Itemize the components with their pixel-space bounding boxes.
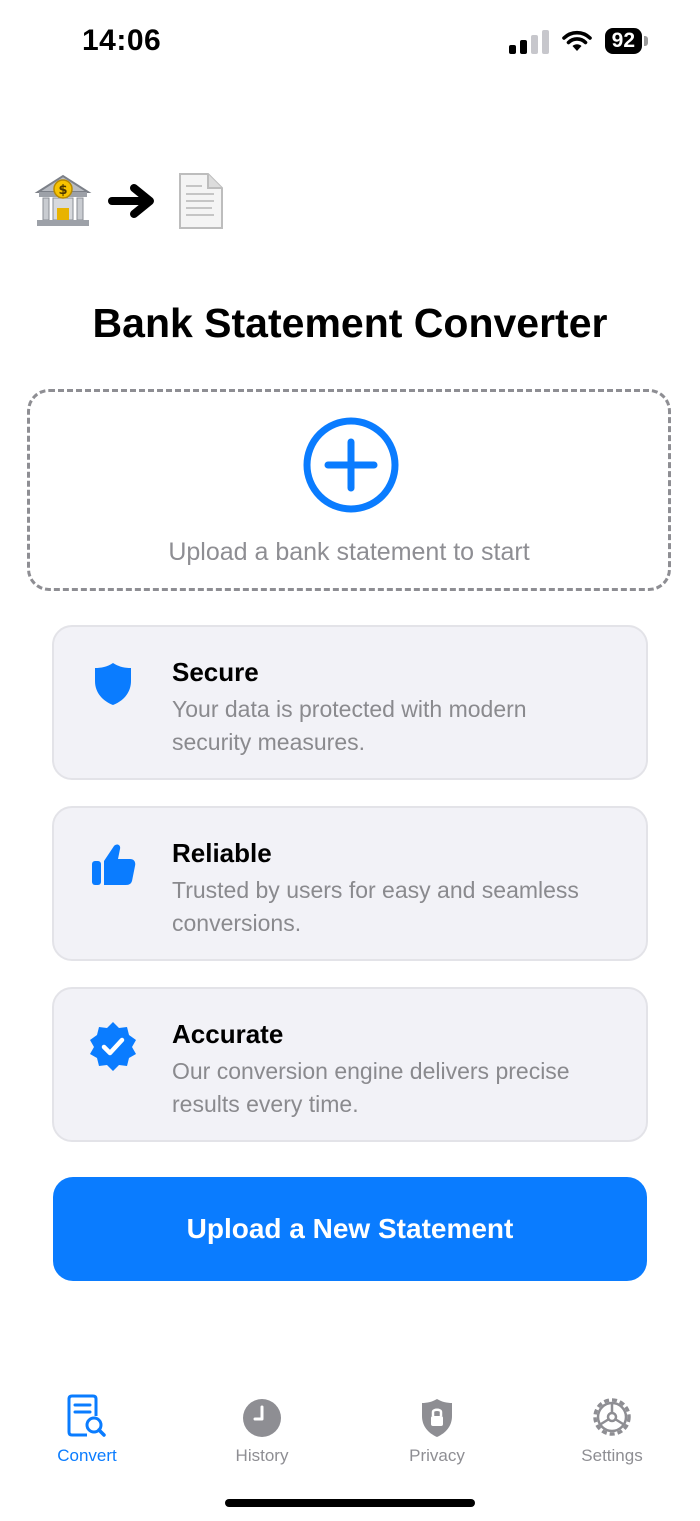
status-icons: 92 [508, 28, 648, 54]
feature-title: Secure [172, 657, 259, 687]
document-page-icon [179, 173, 223, 229]
tab-label: History [235, 1446, 289, 1465]
feature-card-reliable: Reliable Trusted by users for easy and s… [52, 806, 648, 961]
bank-icon: $ [34, 174, 92, 226]
tab-convert[interactable]: Convert [27, 1392, 147, 1466]
document-search-icon [67, 1394, 106, 1437]
feature-description: Your data is protected with modern secur… [172, 696, 527, 755]
upload-statement-button[interactable]: Upload a New Statement [53, 1177, 647, 1281]
verified-badge-icon [86, 1019, 140, 1073]
lock-shield-icon [422, 1399, 452, 1437]
feature-title: Accurate [172, 1019, 284, 1049]
clock-icon [243, 1399, 281, 1437]
battery-level: 92 [604, 28, 642, 54]
wifi-icon [561, 30, 592, 51]
hero-illustration: $ [34, 172, 226, 230]
upload-hint: Upload a bank statement to start [168, 538, 530, 566]
feature-card-secure: Secure Your data is protected with moder… [52, 625, 648, 780]
svg-text:$: $ [58, 183, 67, 198]
feature-title: Reliable [172, 838, 272, 868]
tab-label: Privacy [409, 1446, 465, 1465]
tab-settings[interactable]: Settings [552, 1392, 672, 1466]
feature-description: Our conversion engine delivers precise r… [172, 1058, 570, 1117]
cellular-signal-icon [508, 28, 549, 54]
thumbs-up-icon [86, 838, 140, 892]
feature-card-accurate: Accurate Our conversion engine delivers … [52, 987, 648, 1142]
shield-icon [86, 657, 140, 711]
tab-privacy[interactable]: Privacy [377, 1392, 497, 1466]
battery-indicator: 92 [604, 28, 648, 54]
add-circle-icon[interactable] [302, 416, 400, 514]
tab-history[interactable]: History [202, 1392, 322, 1466]
home-indicator[interactable] [225, 1499, 475, 1507]
arrow-right-icon [108, 184, 154, 218]
upload-dropzone[interactable]: Upload a bank statement to start [27, 389, 671, 591]
tab-label: Settings [581, 1446, 643, 1465]
status-time: 14:06 [82, 24, 162, 57]
gear-icon [593, 1398, 631, 1436]
tab-label: Convert [57, 1446, 117, 1465]
page-title: Bank Statement Converter [92, 300, 608, 346]
feature-description: Trusted by users for easy and seamless c… [172, 877, 579, 936]
